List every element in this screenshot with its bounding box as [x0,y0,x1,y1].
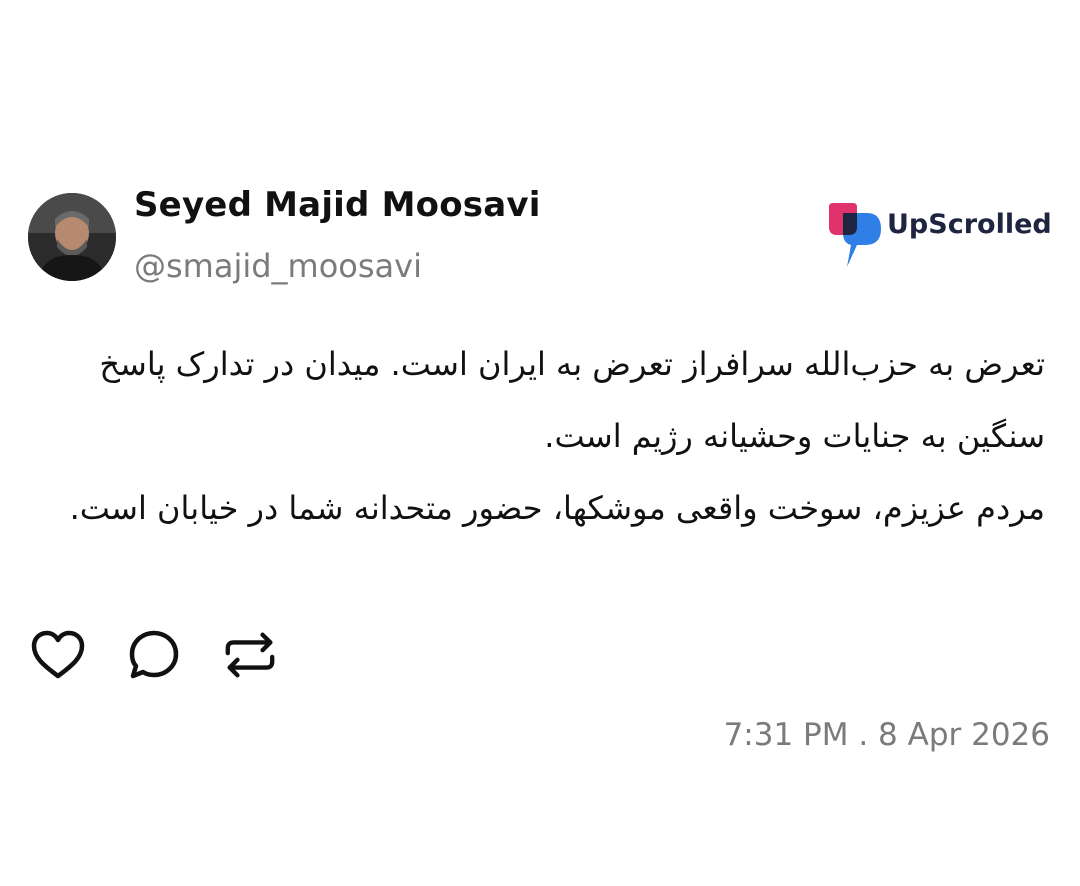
post-body: تعرض به حزب‌الله سرافراز تعرض به ایران ا… [60,328,1045,544]
avatar-photo [28,193,116,281]
reply-button[interactable] [126,627,182,683]
post-paragraph: مردم عزیزم، سوخت واقعی موشکها، حضور متحد… [69,489,1045,527]
post-actions [30,627,278,683]
like-button[interactable] [30,627,86,683]
avatar[interactable] [28,193,116,281]
brand-name: UpScrolled [887,209,1052,240]
heart-icon [31,630,85,679]
author-display-name[interactable]: Seyed Majid Moosavi [134,185,541,225]
repost-button[interactable] [222,627,278,683]
brand-watermark: UpScrolled [829,203,1052,269]
post-paragraph: تعرض به حزب‌الله سرافراز تعرض به ایران ا… [99,345,1045,455]
upscrolled-logo-icon [829,203,881,267]
repost-icon [225,632,275,678]
author-handle[interactable]: @smajid_moosavi [134,247,422,285]
comment-icon [129,630,179,679]
post-timestamp[interactable]: 7:31 PM . 8 Apr 2026 [724,717,1050,753]
